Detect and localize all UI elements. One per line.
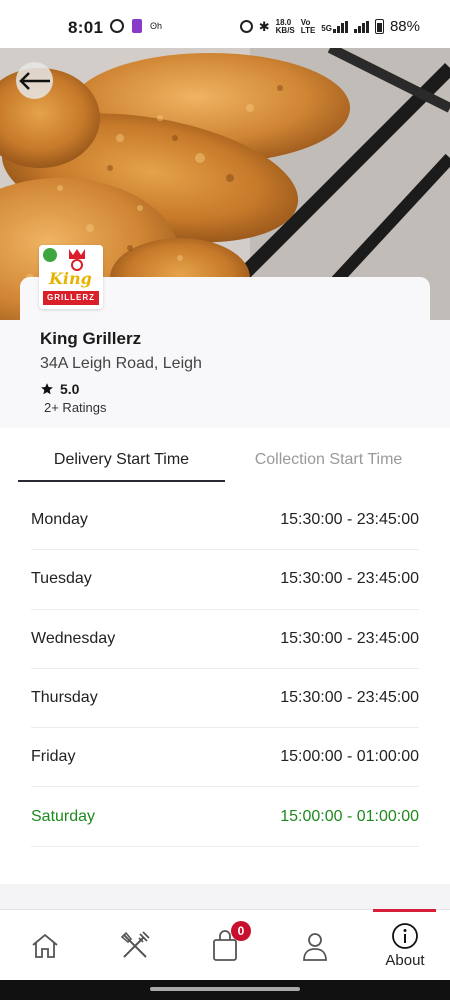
rating-count: 2+ Ratings <box>44 400 107 415</box>
status-time: 8:01 <box>68 18 104 37</box>
schedule-row-tuesday: Tuesday 15:30:00 - 23:45:00 <box>31 550 419 610</box>
tab-delivery-start-time[interactable]: Delivery Start Time <box>18 436 225 482</box>
fork-knife-icon <box>120 930 150 958</box>
schedule-row-monday: Monday 15:30:00 - 23:45:00 <box>31 491 419 551</box>
schedule-tabs: Delivery Start Time Collection Start Tim… <box>18 436 432 482</box>
day-label: Saturday <box>31 807 96 825</box>
status-right-icons: ✱ 18.0 KB/S Vo LTE 5G 88% <box>239 17 420 35</box>
day-label: Wednesday <box>31 629 116 647</box>
volte-indicator: Vo LTE <box>300 17 316 35</box>
status-bar: 8:01 ʘh ✱ 18.0 KB/S Vo LTE 5G 88% <box>0 0 450 48</box>
star-icon <box>41 383 53 395</box>
arrow-left-icon <box>18 71 50 90</box>
info-icon <box>392 923 418 949</box>
day-label: Monday <box>31 511 88 529</box>
nav-menu[interactable] <box>90 910 180 981</box>
alarm-icon <box>239 20 253 33</box>
active-tab-indicator <box>373 909 436 912</box>
hours-label: 15:30:00 - 23:45:00 <box>280 689 419 707</box>
signal-5g-icon: 5G <box>321 20 348 33</box>
app-notification-icon <box>132 19 142 33</box>
content-footer-strip <box>0 884 450 909</box>
whatsapp-icon <box>110 19 124 33</box>
rating-row: 5.0 <box>40 381 79 397</box>
signal-icon <box>353 20 369 33</box>
hours-label: 15:30:00 - 23:45:00 <box>280 629 419 647</box>
hours-label: 15:30:00 - 23:45:00 <box>280 511 419 529</box>
nav-home[interactable] <box>0 910 90 981</box>
cart-count-badge: 0 <box>231 921 251 941</box>
home-icon <box>32 933 58 958</box>
store-logo: King GRILLERZ <box>39 245 103 309</box>
battery-percent: 88% <box>389 18 420 35</box>
hours-label: 15:00:00 - 01:00:00 <box>280 748 419 766</box>
network-speed: 18.0 KB/S <box>275 17 295 35</box>
day-label: Thursday <box>31 689 98 707</box>
schedule-row-thursday: Thursday 15:30:00 - 23:45:00 <box>31 669 419 729</box>
day-label: Friday <box>31 748 76 766</box>
schedule-row-saturday: Saturday 15:00:00 - 01:00:00 <box>31 787 419 847</box>
store-info-card: King GRILLERZ King Grillerz 34A Leigh Ro… <box>20 245 430 427</box>
battery-icon <box>374 19 384 34</box>
user-icon <box>303 932 327 961</box>
schedule-row-wednesday: Wednesday 15:30:00 - 23:45:00 <box>31 610 419 669</box>
bottom-navigation: 0 About <box>0 909 450 980</box>
nav-about-label: About <box>385 952 425 969</box>
logo-text-grillerz: GRILLERZ <box>47 293 95 302</box>
hours-label: 15:30:00 - 23:45:00 <box>280 570 419 588</box>
bluetooth-icon: ✱ <box>258 18 270 34</box>
tab-collection-start-time[interactable]: Collection Start Time <box>225 436 432 482</box>
store-address: 34A Leigh Road, Leigh <box>40 355 202 372</box>
store-name: King Grillerz <box>40 329 142 348</box>
rating-value: 5.0 <box>60 381 80 397</box>
app-label: ʘh <box>150 21 163 31</box>
nav-profile[interactable] <box>270 910 360 981</box>
gesture-handle[interactable] <box>150 987 300 991</box>
status-left-icons: ʘh <box>110 19 162 33</box>
opening-hours-list: Monday 15:30:00 - 23:45:00 Tuesday 15:30… <box>31 491 419 847</box>
nav-cart[interactable]: 0 <box>180 910 270 981</box>
back-button[interactable] <box>16 62 53 99</box>
schedule-row-friday: Friday 15:00:00 - 01:00:00 <box>31 728 419 788</box>
logo-text-king: King <box>49 269 92 288</box>
nav-about[interactable]: About <box>360 910 450 981</box>
day-label: Tuesday <box>31 570 92 588</box>
hours-label: 15:00:00 - 01:00:00 <box>280 807 419 825</box>
